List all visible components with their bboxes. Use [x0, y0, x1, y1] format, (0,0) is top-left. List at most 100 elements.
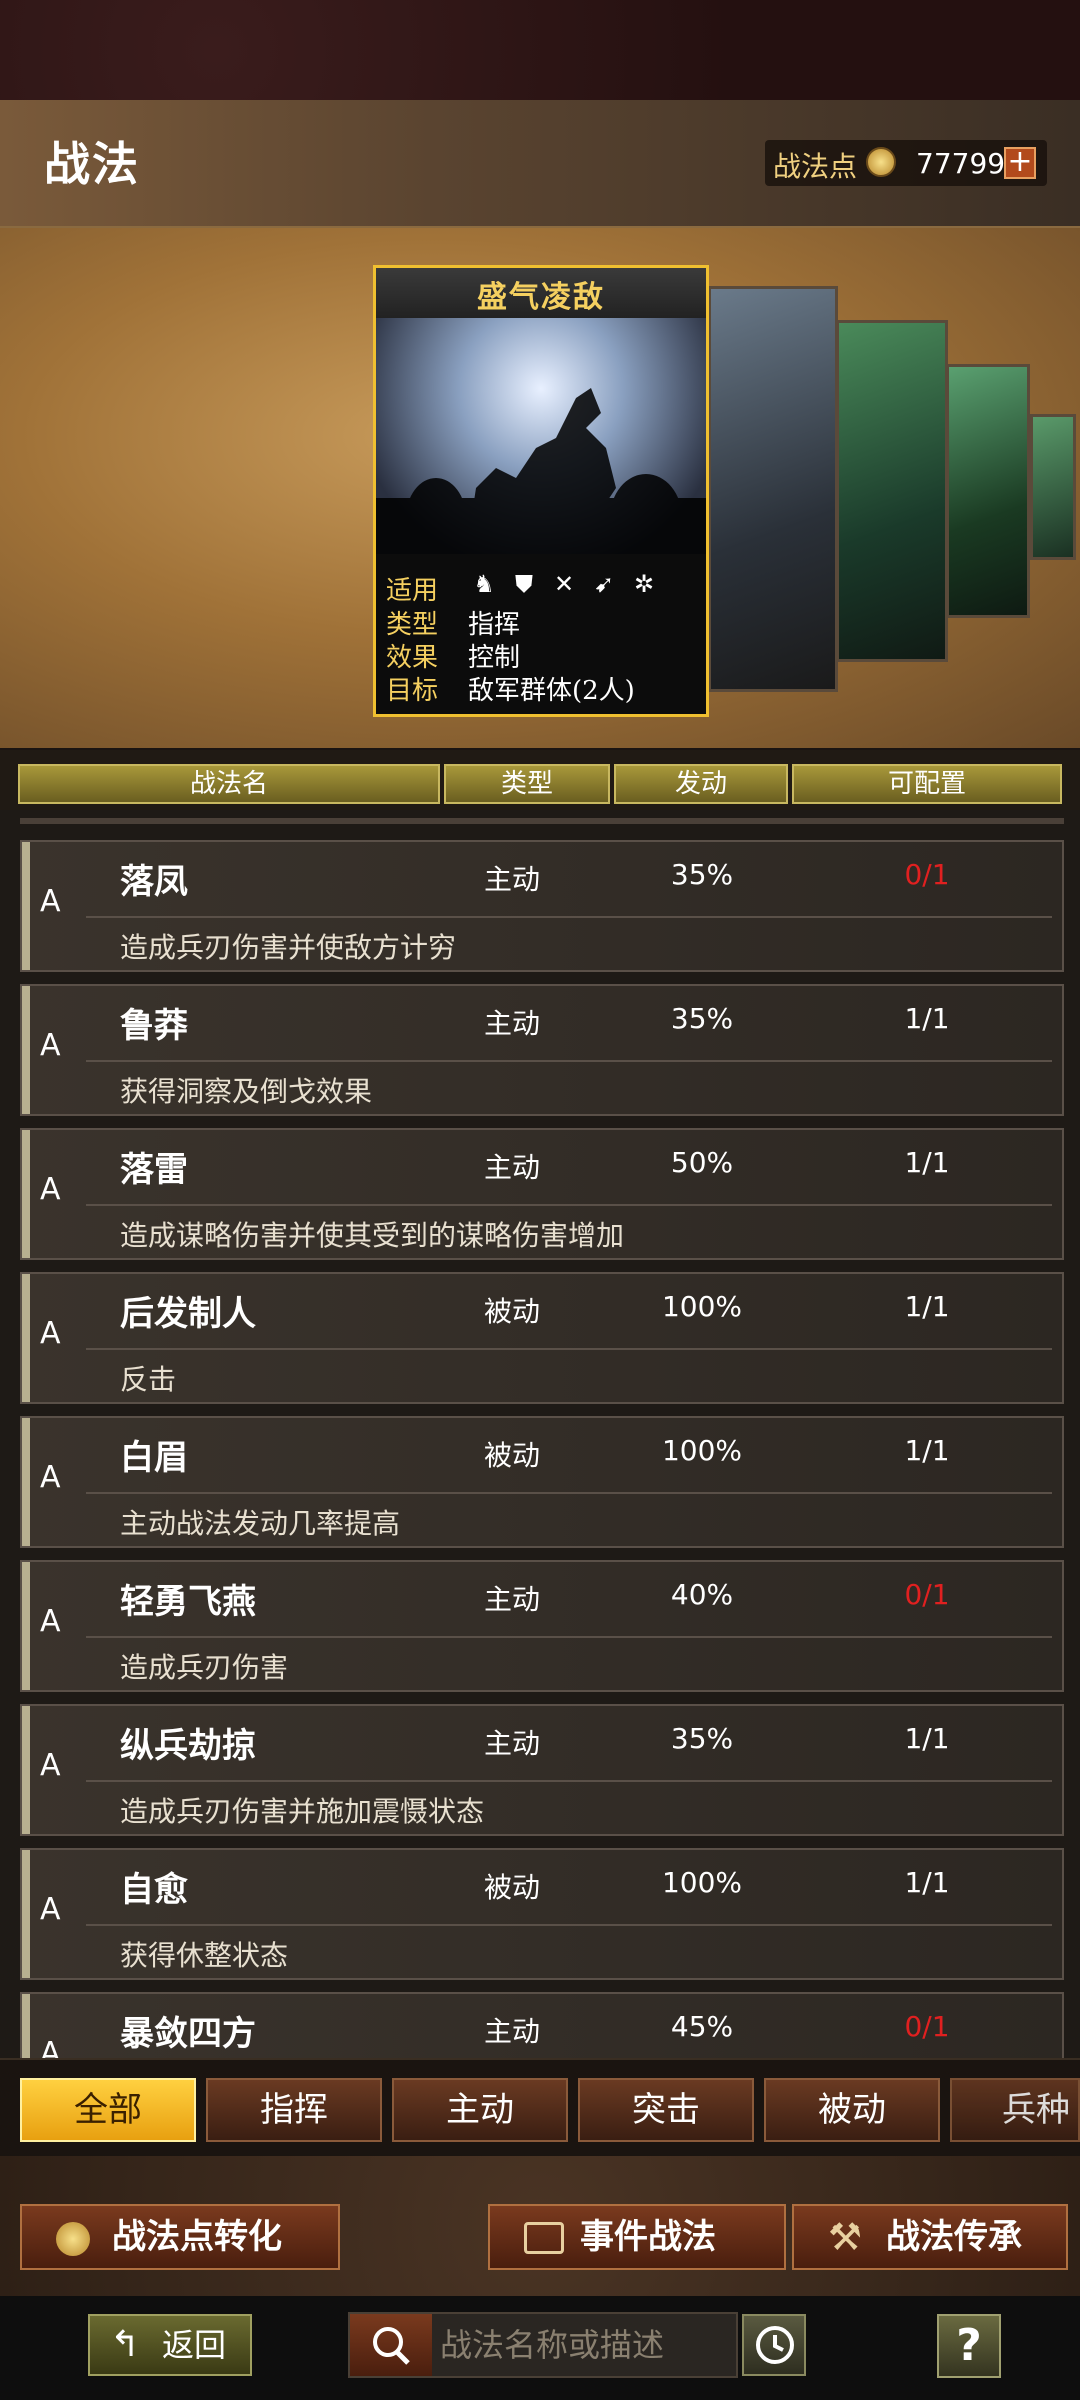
tab-all[interactable]: 全部 — [20, 2078, 196, 2142]
skill-name: 鲁莽 — [120, 1006, 188, 1046]
convert-points-button[interactable]: 战法点转化 — [20, 2204, 340, 2270]
spear-icon: ➹ — [593, 570, 615, 598]
points-value: 77799 — [916, 147, 1006, 180]
skill-grade: A — [40, 1604, 61, 1639]
event-skills-button[interactable]: 事件战法 — [488, 2204, 786, 2270]
skill-name: 落雷 — [120, 1150, 188, 1190]
skill-type: 主动 — [483, 1151, 540, 1184]
skill-row[interactable]: A 鲁莽 主动 35% 1/1 获得洞察及倒戈效果 — [20, 984, 1064, 1116]
skill-row[interactable]: A 纵兵劫掠 主动 35% 1/1 造成兵刃伤害并施加震慑状态 — [20, 1704, 1064, 1836]
skill-type: 被动 — [483, 1871, 540, 1904]
skill-rate: 35% — [670, 858, 734, 891]
tab-command[interactable]: 指挥 — [206, 2078, 382, 2142]
convert-label: 战法点转化 — [112, 2217, 282, 2257]
coin-icon — [56, 2222, 90, 2256]
back-arrow-icon: ↰ — [110, 2324, 141, 2365]
header-available[interactable]: 可配置 — [792, 764, 1062, 804]
skill-desc: 获得休整状态 — [120, 1939, 289, 1972]
header-type[interactable]: 类型 — [444, 764, 610, 804]
skill-rate: 100% — [661, 1290, 743, 1323]
skill-grade: A — [40, 1172, 61, 1207]
clock-icon[interactable] — [742, 2314, 806, 2376]
inherit-label: 战法传承 — [886, 2217, 1022, 2257]
skill-available: 0/1 — [904, 858, 950, 891]
tab-active[interactable]: 主动 — [392, 2078, 568, 2142]
skill-type: 主动 — [483, 1583, 540, 1616]
skill-grade: A — [40, 1028, 61, 1063]
skill-row[interactable]: A 后发制人 被动 100% 1/1 反击 — [20, 1272, 1064, 1404]
skill-card-4[interactable] — [946, 364, 1030, 618]
skill-name: 暴敛四方 — [120, 2014, 256, 2054]
skill-desc: 造成谋略伤害并使其受到的谋略伤害增加 — [120, 1219, 625, 1252]
skill-available: 1/1 — [904, 1722, 950, 1755]
back-label: 返回 — [162, 2326, 227, 2364]
header-skill-name[interactable]: 战法名 — [18, 764, 440, 804]
skill-desc: 主动战法发动几率提高 — [120, 1507, 401, 1540]
skill-row[interactable]: A 落凤 主动 35% 0/1 造成兵刃伤害并使敌方计穷 — [20, 840, 1064, 972]
skill-list[interactable]: A 落凤 主动 35% 0/1 造成兵刃伤害并使敌方计穷 A 鲁莽 主动 35%… — [0, 810, 1080, 2058]
skill-type: 主动 — [483, 2015, 540, 2048]
skill-type: 主动 — [483, 863, 540, 896]
skill-available: 1/1 — [904, 1002, 950, 1035]
skill-type: 主动 — [483, 1727, 540, 1760]
skill-card-2[interactable] — [708, 286, 838, 692]
skill-row[interactable]: A 暴敛四方 主动 45% 0/1 — [20, 1992, 1064, 2058]
skill-card-5[interactable] — [1030, 414, 1076, 560]
skill-name: 后发制人 — [120, 1294, 256, 1334]
search-icon[interactable] — [350, 2314, 432, 2376]
card-key-type: 类型 — [386, 610, 439, 640]
skill-rate: 50% — [670, 1146, 734, 1179]
skill-row[interactable]: A 自愈 被动 100% 1/1 获得休整状态 — [20, 1848, 1064, 1980]
scroll-icon — [524, 2222, 564, 2254]
skill-card-3[interactable] — [836, 320, 948, 662]
skill-type: 被动 — [483, 1295, 540, 1328]
hammer-icon: ⚒ — [828, 2215, 863, 2259]
skill-grade: A — [40, 1316, 61, 1351]
tab-troop[interactable]: 兵种 — [950, 2078, 1080, 2142]
card-key-effect: 效果 — [386, 643, 439, 673]
skill-grade: A — [40, 884, 61, 919]
skill-available: 0/1 — [904, 2010, 950, 2043]
skill-available: 1/1 — [904, 1290, 950, 1323]
card-artwork — [376, 318, 706, 554]
skill-rate: 35% — [670, 1002, 734, 1035]
skill-desc: 造成兵刃伤害 — [120, 1651, 289, 1684]
page-title: 战法 — [44, 137, 140, 191]
skill-desc: 反击 — [120, 1363, 177, 1396]
skill-grade: A — [40, 2036, 61, 2058]
skill-available: 1/1 — [904, 1866, 950, 1899]
skill-available: 1/1 — [904, 1434, 950, 1467]
shield-icon: ⛊ — [515, 570, 533, 598]
card-key-target: 目标 — [386, 676, 439, 706]
tab-passive[interactable]: 被动 — [764, 2078, 940, 2142]
skill-grade: A — [40, 1892, 61, 1927]
skill-name: 轻勇飞燕 — [120, 1582, 256, 1622]
skill-type: 主动 — [483, 1007, 540, 1040]
skill-rate: 35% — [670, 1722, 734, 1755]
search-input[interactable] — [440, 2316, 730, 2374]
list-top-divider — [20, 818, 1064, 824]
skill-row[interactable]: A 白眉 被动 100% 1/1 主动战法发动几率提高 — [20, 1416, 1064, 1548]
skill-rate: 100% — [661, 1434, 743, 1467]
card-title: 盛气凌敌 — [477, 280, 605, 315]
skill-desc: 获得洞察及倒戈效果 — [120, 1075, 373, 1108]
card-value-type: 指挥 — [468, 610, 521, 640]
header-trigger[interactable]: 发动 — [614, 764, 788, 804]
inherit-skill-button[interactable]: ⚒ 战法传承 — [792, 2204, 1068, 2270]
skill-name: 纵兵劫掠 — [120, 1726, 256, 1766]
skill-type: 被动 — [483, 1439, 540, 1472]
skill-row[interactable]: A 落雷 主动 50% 1/1 造成谋略伤害并使其受到的谋略伤害增加 — [20, 1128, 1064, 1260]
top-decor-band — [0, 0, 1080, 100]
tab-assault[interactable]: 突击 — [578, 2078, 754, 2142]
points-label: 战法点 — [773, 150, 858, 183]
add-points-button[interactable]: + — [1004, 147, 1036, 179]
wheel-icon: ✲ — [633, 570, 655, 598]
card-value-effect: 控制 — [468, 643, 521, 673]
skill-rate: 45% — [670, 2010, 734, 2043]
help-button[interactable]: ? — [937, 2314, 1001, 2378]
skill-rate: 40% — [670, 1578, 734, 1611]
skill-desc: 造成兵刃伤害并使敌方计穷 — [120, 931, 457, 964]
back-button[interactable]: ↰ 返回 — [88, 2314, 252, 2376]
skill-row[interactable]: A 轻勇飞燕 主动 40% 0/1 造成兵刃伤害 — [20, 1560, 1064, 1692]
skill-available: 0/1 — [904, 1578, 950, 1611]
